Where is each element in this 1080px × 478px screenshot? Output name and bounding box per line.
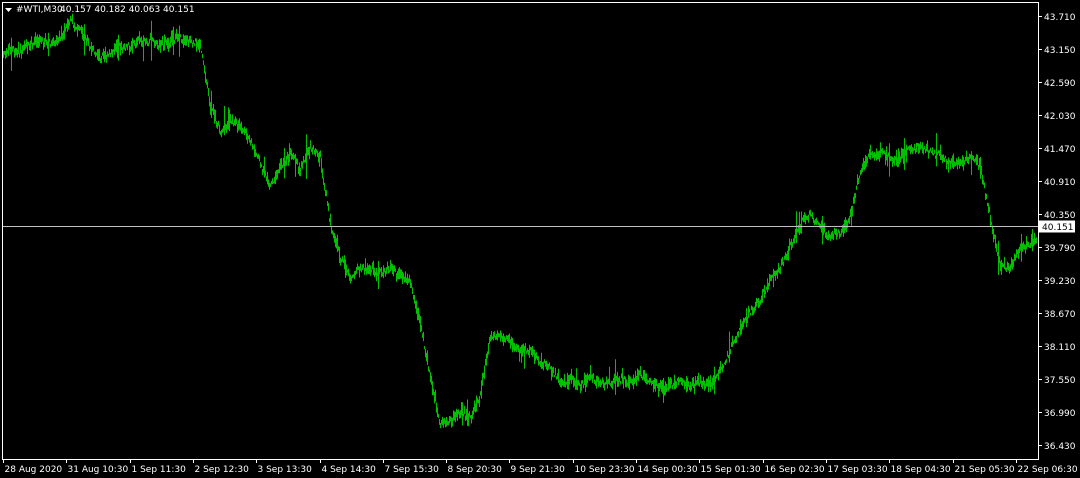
y-tick-label: 43.150: [1044, 46, 1076, 56]
chart-header: #WTI,M30 40.157 40.182 40.063 40.151: [5, 5, 195, 15]
price-chart[interactable]: 40.151 43.710 43.150 42.590 42.030 41.470 40.…: [0, 0, 1080, 478]
x-tick-label: 2 Sep 12:30: [195, 465, 250, 475]
x-tick-label: 4 Sep 14:30: [322, 465, 377, 475]
x-tick-label: 22 Sep 06:30: [1018, 465, 1078, 475]
x-tick-label: 21 Sep 05:30: [955, 465, 1015, 475]
y-tick-label: 36.990: [1044, 409, 1076, 419]
x-tick-label: 1 Sep 11:30: [132, 465, 187, 475]
y-tick-label: 37.550: [1044, 376, 1076, 386]
x-tick-label: 14 Sep 00:30: [638, 465, 698, 475]
x-tick-label: 28 Aug 2020: [5, 465, 63, 475]
x-tick-label: 18 Sep 04:30: [891, 465, 951, 475]
x-tick-label: 15 Sep 01:30: [701, 465, 761, 475]
x-tick-label: 31 Aug 10:30: [68, 465, 129, 475]
x-tick-label: 17 Sep 03:30: [828, 465, 888, 475]
ohlc-values-label: 40.157 40.182 40.063 40.151: [60, 5, 195, 15]
x-tick-label: 10 Sep 23:30: [575, 465, 635, 475]
chart-window: 40.151 43.710 43.150 42.590 42.030 41.470 40.…: [0, 0, 1080, 478]
y-tick-label: 42.030: [1044, 112, 1076, 122]
symbol-timeframe-label: #WTI,M30: [16, 5, 63, 15]
x-tick-label: 7 Sep 15:30: [385, 465, 440, 475]
y-tick-label: 42.590: [1044, 79, 1076, 89]
y-tick-label: 40.910: [1044, 178, 1076, 188]
x-tick-label: 16 Sep 02:30: [765, 465, 825, 475]
x-tick-label: 3 Sep 13:30: [258, 465, 313, 475]
y-tick-label: 36.430: [1044, 442, 1076, 452]
y-tick-label: 38.670: [1044, 310, 1076, 320]
y-tick-label: 39.790: [1044, 244, 1076, 254]
y-tick-label: 43.710: [1044, 13, 1076, 23]
current-price-label: 40.151: [1042, 223, 1074, 233]
y-tick-label: 40.350: [1044, 211, 1076, 221]
chart-background: [0, 0, 1080, 478]
y-tick-label: 41.470: [1044, 145, 1076, 155]
x-tick-label: 8 Sep 20:30: [448, 465, 503, 475]
y-tick-label: 39.230: [1044, 277, 1076, 287]
x-tick-label: 9 Sep 21:30: [511, 465, 566, 475]
y-tick-label: 38.110: [1044, 343, 1076, 353]
